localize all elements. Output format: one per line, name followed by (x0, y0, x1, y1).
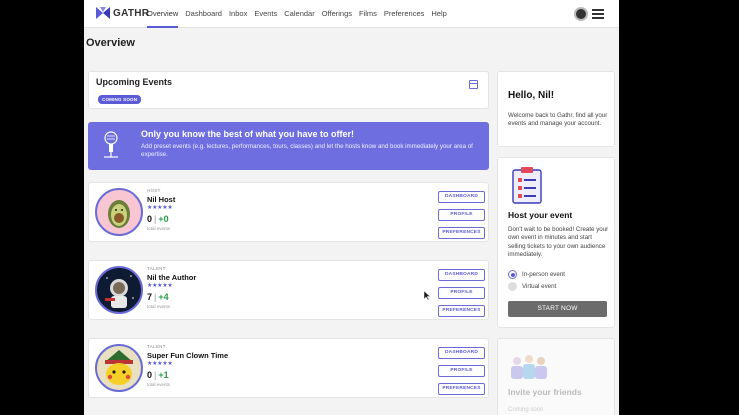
count-separator: | (154, 370, 157, 380)
banner-title: Only you know the best of what you have … (141, 129, 355, 139)
profile-name: Nil Host (147, 195, 176, 204)
event-count: 0 | +1 (147, 370, 169, 380)
preferences-button[interactable]: PREFERENCES (438, 305, 485, 317)
virtual-radio[interactable] (508, 282, 517, 291)
host-event-title: Host your event (508, 210, 573, 220)
dashboard-button[interactable]: DASHBOARD (438, 269, 485, 281)
total-count: 0 (147, 214, 153, 224)
in-person-label: In-person event (522, 271, 565, 278)
new-count: +1 (158, 370, 169, 380)
host-event-text: Don't wait to be booked! Create your own… (508, 226, 609, 259)
event-count: 0 | +0 (147, 214, 169, 224)
offer-banner: Only you know the best of what you have … (88, 122, 489, 170)
profile-button[interactable]: PROFILE (438, 209, 485, 221)
top-nav: GATHR Overview Dashboard Inbox Events Ca… (84, 0, 619, 28)
user-avatar[interactable] (574, 7, 588, 21)
profile-card-nil-author: TALENT Nil the Author ★★★★★ 7 | +4 total e… (88, 260, 489, 320)
profile-name: Super Fun Clown Time (147, 351, 229, 360)
upcoming-events-title: Upcoming Events (96, 77, 173, 87)
start-now-button[interactable]: START NOW (508, 301, 607, 317)
invite-friends-title: Invite your friends (508, 387, 582, 397)
nav-events[interactable]: Events (254, 0, 277, 28)
avocado-icon (108, 200, 130, 228)
new-count: +4 (158, 292, 169, 302)
menu-icon[interactable] (592, 9, 604, 19)
welcome-card: Hello, Nil! Welcome back to Gathr, find … (497, 71, 615, 147)
nav-calendar[interactable]: Calendar (284, 0, 314, 28)
nav-offerings[interactable]: Offerings (322, 0, 352, 28)
clipboard-icon (512, 167, 542, 204)
nav-films[interactable]: Films (359, 0, 377, 28)
microphone-icon (104, 131, 118, 158)
pikachu-avatar (95, 344, 143, 392)
virtual-option[interactable]: Virtual event (508, 282, 556, 291)
star-rating: ★★★★★ (147, 205, 173, 211)
dashboard-button[interactable]: DASHBOARD (438, 191, 485, 203)
total-count: 7 (147, 292, 153, 302)
invite-friends-card: Invite your friends Coming soon (497, 338, 615, 415)
virtual-label: Virtual event (522, 283, 557, 290)
event-count: 7 | +4 (147, 292, 169, 302)
total-count: 0 (147, 370, 153, 380)
count-separator: | (154, 292, 157, 302)
profile-card-clown-time: TALENT Super Fun Clown Time ★★★★★ 0 | +1 t… (88, 338, 489, 398)
count-separator: | (154, 214, 157, 224)
nav-help[interactable]: Help (431, 0, 446, 28)
astronaut-avatar (95, 266, 143, 314)
new-count: +0 (158, 214, 169, 224)
page-title: Overview (86, 37, 135, 49)
mouse-cursor-icon (424, 291, 430, 300)
preferences-button[interactable]: PREFERENCES (438, 227, 485, 239)
avocado-avatar (95, 188, 143, 236)
astronaut-icon (105, 275, 134, 308)
invite-coming-soon: Coming soon (508, 407, 544, 413)
profile-button[interactable]: PROFILE (438, 365, 485, 377)
app-window: GATHR Overview Dashboard Inbox Events Ca… (84, 0, 619, 415)
nav-inbox[interactable]: Inbox (229, 0, 247, 28)
total-events-label: total events (147, 304, 171, 309)
total-events-label: total events (147, 226, 171, 231)
welcome-text: Welcome back to Gathr, find all your eve… (508, 112, 608, 128)
calendar-icon[interactable] (469, 80, 478, 89)
profile-type: HOST (147, 188, 161, 193)
total-events-label: total events (147, 382, 171, 387)
profile-card-nil-host: HOST Nil Host ★★★★★ 0 | +0 total events DA… (88, 182, 489, 242)
banner-text: Add preset events (e.g. lectures, perfor… (141, 143, 473, 159)
profile-type: TALENT (147, 266, 166, 271)
in-person-radio[interactable] (508, 270, 517, 279)
star-rating: ★★★★★ (147, 283, 173, 289)
host-event-card: Host your event Don't wait to be booked!… (497, 157, 615, 328)
nav-preferences[interactable]: Preferences (384, 0, 424, 28)
dashboard-button[interactable]: DASHBOARD (438, 347, 485, 359)
gathr-logo[interactable]: GATHR (96, 7, 149, 19)
coming-soon-badge: COMING SOON (98, 95, 142, 104)
welcome-title: Hello, Nil! (508, 90, 555, 101)
people-group-icon (511, 355, 547, 379)
nav-links: Overview Dashboard Inbox Events Calendar… (147, 0, 454, 28)
upcoming-events-card: Upcoming Events COMING SOON (88, 71, 489, 109)
profile-name: Nil the Author (147, 273, 197, 282)
nav-dashboard[interactable]: Dashboard (185, 0, 222, 28)
profile-type: TALENT (147, 344, 166, 349)
star-rating: ★★★★★ (147, 361, 173, 367)
nav-overview[interactable]: Overview (147, 0, 179, 28)
pikachu-icon (105, 350, 133, 385)
preferences-button[interactable]: PREFERENCES (438, 383, 485, 395)
in-person-option[interactable]: In-person event (508, 270, 565, 279)
logo-text: GATHR (113, 7, 150, 19)
gathr-logo-icon (96, 7, 110, 19)
profile-button[interactable]: PROFILE (438, 287, 485, 299)
